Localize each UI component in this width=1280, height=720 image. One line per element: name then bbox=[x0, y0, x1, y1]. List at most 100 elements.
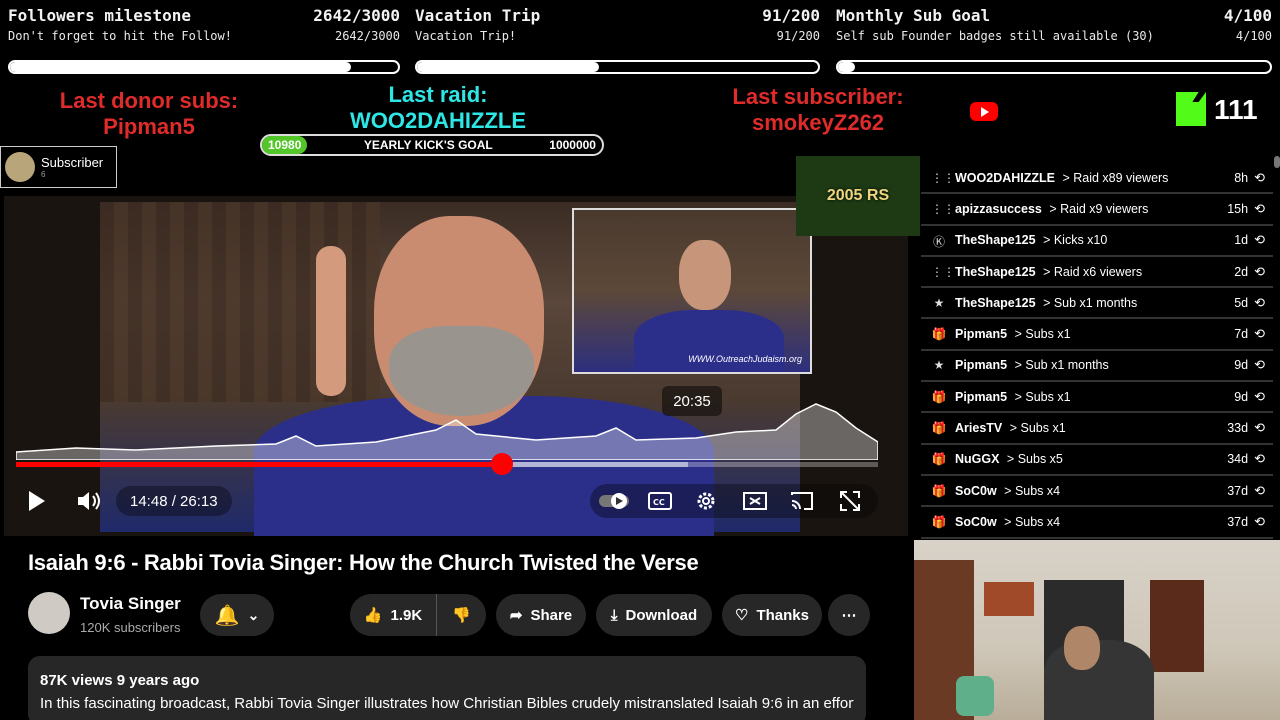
channel-subscribers: 120K subscribers bbox=[80, 620, 181, 635]
notifications-button[interactable]: 🔔 ⌄ bbox=[200, 594, 274, 636]
event-time: 37d bbox=[1227, 514, 1249, 529]
goal-subtitle: Don't forget to hit the Follow! bbox=[8, 29, 232, 43]
event-time: 8h bbox=[1234, 170, 1249, 185]
kick-logo-icon bbox=[1176, 92, 1206, 126]
last-donor-label: Last donor subs: bbox=[59, 88, 239, 113]
webcam-jar bbox=[956, 676, 994, 716]
gift-icon: 🎁 bbox=[931, 514, 947, 529]
replay-icon[interactable]: ⟲ bbox=[1254, 201, 1265, 217]
replay-icon[interactable]: ⟲ bbox=[1254, 514, 1265, 530]
goal-sub-value: 2642/3000 bbox=[334, 29, 400, 43]
seek-bar[interactable] bbox=[16, 462, 878, 467]
goal-followers: Followers milestone 2642/3000 Don't forge… bbox=[0, 0, 408, 82]
event-time: 7d bbox=[1234, 327, 1249, 342]
events-scrollbar[interactable] bbox=[1274, 156, 1280, 168]
event-action-text: Raid x6 viewers bbox=[1053, 264, 1143, 279]
gift-icon: 🎁 bbox=[931, 389, 947, 404]
replay-icon[interactable]: ⟲ bbox=[1254, 451, 1265, 467]
event-row: 🎁 SoC0w > Subs x4 37d ⟲ bbox=[921, 507, 1273, 539]
event-action-text: Subs x1 bbox=[1020, 421, 1066, 436]
event-action: > Sub x1 months bbox=[1011, 358, 1109, 373]
more-button[interactable]: ⋯ bbox=[828, 594, 870, 636]
raid-icon: ⋮⋮ bbox=[931, 264, 955, 279]
goal-progress-bar bbox=[415, 60, 820, 74]
replay-icon[interactable]: ⟲ bbox=[1254, 357, 1265, 373]
gear-icon bbox=[697, 492, 715, 510]
download-button[interactable]: ⤓ Download bbox=[596, 594, 712, 636]
right-controls bbox=[590, 484, 878, 518]
channel-name[interactable]: Tovia Singer bbox=[80, 594, 181, 614]
captions-button[interactable]: CC bbox=[646, 486, 674, 516]
chevron-down-icon: ⌄ bbox=[247, 606, 260, 623]
event-user: SoC0w bbox=[955, 514, 997, 529]
share-button[interactable]: ➦ Share bbox=[496, 594, 586, 636]
last-donor-name: Pipman5 bbox=[103, 114, 195, 139]
thumbs-up-icon: 👍 bbox=[363, 607, 383, 624]
replay-icon[interactable]: ⟲ bbox=[1254, 326, 1265, 342]
goal-title: Followers milestone bbox=[8, 6, 192, 25]
thanks-button[interactable]: ♡ Thanks bbox=[722, 594, 822, 636]
last-subscriber-label: Last subscriber: bbox=[732, 84, 904, 109]
replay-icon[interactable]: ⟲ bbox=[1254, 232, 1265, 248]
settings-button[interactable] bbox=[692, 486, 720, 516]
event-action: > Subs x5 bbox=[1003, 452, 1063, 467]
gift-icon: 🎁 bbox=[931, 421, 947, 436]
event-user: TheShape125 bbox=[955, 264, 1036, 279]
autoplay-toggle[interactable] bbox=[598, 486, 632, 516]
webcam-feed bbox=[914, 540, 1280, 720]
miniplayer-button[interactable] bbox=[740, 486, 770, 516]
description-box[interactable]: 87K views 9 years ago In this fascinatin… bbox=[28, 656, 866, 720]
goal-progress-bar bbox=[8, 60, 400, 74]
event-action: > Kicks x10 bbox=[1039, 233, 1108, 248]
replay-icon[interactable]: ⟲ bbox=[1254, 389, 1265, 405]
event-row: 🎁 AriesTV > Subs x1 33d ⟲ bbox=[921, 413, 1273, 445]
seek-handle[interactable] bbox=[491, 453, 513, 475]
like-count: 1.9K bbox=[390, 606, 423, 624]
event-row: ★ Pipman5 > Sub x1 months 9d ⟲ bbox=[921, 351, 1273, 383]
description-text: In this fascinating broadcast, Rabbi Tov… bbox=[40, 695, 854, 712]
fullscreen-button[interactable] bbox=[836, 486, 864, 516]
last-donor: Last donor subs: Pipman5 bbox=[40, 88, 258, 140]
video-inset: WWW.OutreachJudaism.org bbox=[572, 208, 812, 374]
replay-icon[interactable]: ⟲ bbox=[1254, 170, 1265, 186]
webcam-poster bbox=[984, 582, 1034, 616]
dislike-button[interactable]: 👎 bbox=[436, 594, 486, 636]
play-icon bbox=[29, 491, 45, 511]
replay-icon[interactable]: ⟲ bbox=[1254, 483, 1265, 499]
play-button[interactable] bbox=[22, 486, 52, 516]
goal-title: Vacation Trip bbox=[415, 6, 541, 25]
download-icon: ⤓ bbox=[610, 606, 618, 624]
replay-icon[interactable]: ⟲ bbox=[1254, 264, 1265, 280]
channel-avatar[interactable] bbox=[28, 592, 70, 634]
event-time: 5d bbox=[1234, 295, 1249, 310]
goal-monthly-sub: Monthly Sub Goal 4/100 Self sub Founder b… bbox=[828, 0, 1280, 82]
fullscreen-icon bbox=[840, 491, 860, 511]
overlay-logo: 2005 RS bbox=[796, 156, 920, 236]
like-button[interactable]: 👍 1.9K bbox=[350, 594, 436, 636]
more-icon: ⋯ bbox=[841, 607, 857, 624]
gift-icon: 🎁 bbox=[931, 452, 947, 467]
goal-progress-fill bbox=[838, 62, 856, 72]
volume-button[interactable] bbox=[74, 486, 104, 516]
subscriber-alert: Subscriber 6 bbox=[0, 146, 117, 188]
subscriber-alert-title: Subscriber bbox=[41, 155, 104, 170]
replay-icon[interactable]: ⟲ bbox=[1254, 420, 1265, 436]
svg-text:CC: CC bbox=[653, 498, 665, 507]
event-row: ⋮⋮ WOO2DAHIZZLE > Raid x89 viewers 8h ⟲ bbox=[921, 163, 1273, 195]
event-row: 🎁 NuGGX > Subs x5 34d ⟲ bbox=[921, 445, 1273, 476]
replay-icon[interactable]: ⟲ bbox=[1254, 295, 1265, 311]
cast-button[interactable] bbox=[788, 486, 816, 516]
event-user: Pipman5 bbox=[955, 327, 1008, 342]
event-action: > Subs x1 bbox=[1011, 327, 1071, 342]
event-user: Pipman5 bbox=[955, 389, 1008, 404]
goal-subtitle: Self sub Founder badges still available … bbox=[836, 29, 1154, 43]
thanks-label: Thanks bbox=[756, 606, 809, 624]
video-title: Isaiah 9:6 - Rabbi Tovia Singer: How the… bbox=[28, 550, 699, 575]
star-icon: ★ bbox=[933, 295, 945, 310]
gift-icon: 🎁 bbox=[931, 327, 947, 342]
miniplayer-icon bbox=[743, 492, 767, 510]
seek-bar-played bbox=[16, 462, 504, 467]
gift-icon: 🎁 bbox=[931, 483, 947, 498]
last-subscriber: Last subscriber: smokeyZ262 bbox=[700, 84, 936, 136]
inset-person-shirt bbox=[634, 310, 784, 372]
